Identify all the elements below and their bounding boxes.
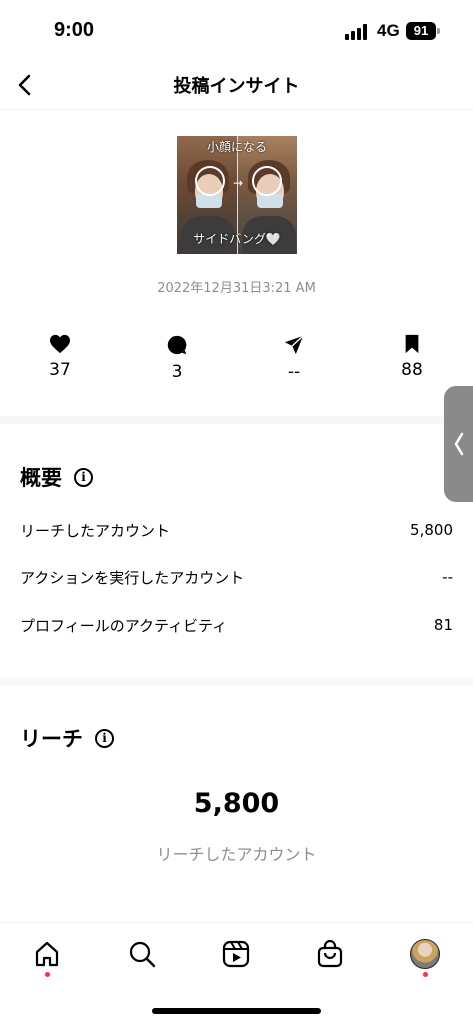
shares-stat: -- [254,334,334,382]
tab-home[interactable] [30,937,64,971]
saves-stat: 88 [372,334,452,380]
comments-stat: 3 [137,334,217,382]
reach-title-text: リーチ [20,727,83,751]
shopping-bag-icon [317,940,343,968]
post-thumbnail[interactable]: → 小顔になる サイドバング🤍 [177,136,297,254]
section-divider [0,678,473,686]
home-indicator [152,1008,321,1014]
bookmark-icon [405,334,419,354]
heart-icon [50,334,70,354]
metric-value: -- [442,568,453,586]
page-title: 投稿インサイト [173,76,300,97]
network-type: 4G [377,21,400,40]
reels-icon [222,940,250,968]
search-icon [129,941,156,968]
thumbnail-caption-bottom: サイドバング🤍 [193,232,281,246]
metric-value: 5,800 [410,521,453,539]
info-icon[interactable]: i [74,467,93,487]
likes-stat: 37 [20,334,100,380]
metric-label: リーチしたアカウント [20,521,171,540]
metric-label: アクションを実行したアカウント [20,568,245,587]
metric-row-profile-activity[interactable]: プロフィールのアクティビティ 81 [20,613,453,637]
battery-cap [437,28,440,34]
comments-count: 3 [171,362,183,382]
likes-count: 37 [49,360,71,380]
arrow-right-icon: → [233,176,244,190]
reach-title: リーチ i [20,723,114,753]
post-date: 2022年12月31日3:21 AM [157,281,316,296]
overview-title: 概要 i [20,462,93,492]
section-divider [0,416,473,424]
status-bar: 9:00 4G 91 [0,0,473,60]
notification-dot [423,972,428,977]
reach-label: リーチしたアカウント [156,845,317,864]
saves-count: 88 [401,360,423,380]
avatar [410,939,440,969]
overview-title-text: 概要 [20,466,62,490]
tab-profile[interactable] [408,937,442,971]
side-drawer-handle[interactable] [444,386,473,502]
notification-dot [45,972,50,977]
battery-icon: 91 [406,22,436,40]
metric-row-reach[interactable]: リーチしたアカウント 5,800 [20,518,453,542]
tab-search[interactable] [125,937,159,971]
metric-label: プロフィールのアクティビティ [20,616,228,635]
status-time: 9:00 [54,19,95,41]
comment-icon [167,335,187,355]
nav-header: 投稿インサイト [0,60,473,110]
send-icon [284,335,304,355]
info-icon[interactable]: i [95,728,114,748]
signal-icon [345,24,371,40]
thumbnail-caption-top: 小顔になる [206,140,267,154]
tab-reels[interactable] [219,937,253,971]
shares-count: -- [287,362,301,382]
metric-row-actions[interactable]: アクションを実行したアカウント -- [20,565,453,589]
tab-shop[interactable] [313,937,347,971]
home-icon [35,941,59,967]
metric-value: 81 [433,616,453,634]
reach-value: 5,800 [193,788,280,819]
chevron-left-icon [454,432,463,456]
